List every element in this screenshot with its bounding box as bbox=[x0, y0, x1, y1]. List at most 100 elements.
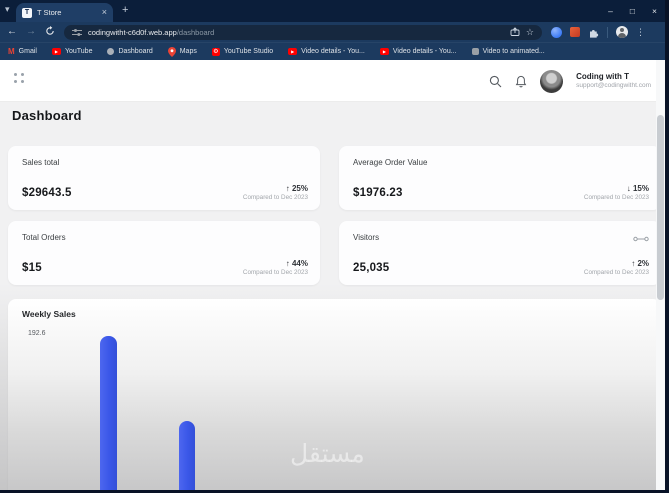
user-avatar[interactable] bbox=[540, 69, 564, 93]
card-value: 25,035 bbox=[353, 262, 390, 274]
delta-arrow-down-icon: ↓ bbox=[626, 184, 631, 193]
stat-card-visitors: Visitors 25,035 ↑ 2% Compared to Dec 202… bbox=[339, 221, 661, 285]
card-delta: ↑ 25% bbox=[243, 184, 308, 193]
card-value: $15 bbox=[22, 262, 42, 274]
bookmark-label: Video details - You... bbox=[301, 48, 365, 55]
bookmark-video-details-1[interactable]: ▶ Video details - You... bbox=[288, 48, 365, 55]
dashboard-favicon-icon bbox=[107, 48, 115, 55]
dashboard-page: Coding with T support@codingwitht.com Da… bbox=[0, 60, 665, 490]
back-button[interactable]: ← bbox=[7, 27, 17, 37]
address-bar[interactable]: codingwitht-c6d0f.web.app/dashboard ☆ bbox=[64, 24, 542, 40]
watermark-text: مستقل bbox=[290, 440, 365, 468]
close-button[interactable]: × bbox=[652, 7, 657, 16]
bookmark-youtube-studio[interactable]: ⚙ YouTube Studio bbox=[211, 47, 273, 56]
card-value: $29643.5 bbox=[22, 187, 72, 199]
card-compare-text: Compared to Dec 2023 bbox=[583, 269, 649, 276]
search-icon[interactable] bbox=[489, 75, 502, 88]
reload-button[interactable] bbox=[45, 25, 55, 39]
app-header: Coding with T support@codingwitht.com bbox=[0, 60, 665, 102]
user-email: support@codingwitht.com bbox=[576, 81, 651, 89]
delta-percent: 2% bbox=[637, 259, 649, 268]
card-label: Visitors bbox=[353, 233, 380, 242]
delta-percent: 15% bbox=[632, 184, 649, 193]
bookmark-label: Gmail bbox=[18, 48, 37, 55]
bookmark-label: YouTube bbox=[64, 48, 93, 55]
tab-title: T Store bbox=[37, 8, 62, 17]
bookmark-dashboard[interactable]: Dashboard bbox=[107, 48, 153, 55]
share-icon[interactable] bbox=[510, 27, 520, 37]
site-favicon-icon: T bbox=[22, 7, 32, 18]
generic-favicon-icon bbox=[471, 48, 479, 55]
user-info[interactable]: Coding with T support@codingwitht.com bbox=[576, 72, 651, 89]
horizontal-resize-cursor-icon bbox=[633, 230, 649, 248]
browser-window: ▾ T T Store × + – □ × ← → codingwitht-c6… bbox=[0, 0, 669, 493]
card-compare-text: Compared to Dec 2023 bbox=[583, 194, 649, 201]
card-value: $1976.23 bbox=[353, 187, 403, 199]
reload-icon bbox=[46, 25, 54, 35]
y-axis-tick-label: 192.6 bbox=[28, 330, 46, 337]
weekly-sales-bar bbox=[179, 420, 195, 490]
stat-card-sales-total: Sales total $29643.5 ↑ 25% Compared to D… bbox=[8, 146, 320, 210]
app-menu-grid-icon[interactable] bbox=[14, 73, 24, 83]
bookmark-video-details-2[interactable]: ▶ Video details - You... bbox=[379, 48, 457, 55]
delta-arrow-up-icon: ↑ bbox=[631, 259, 636, 268]
extension-orange-icon[interactable] bbox=[570, 27, 580, 37]
card-label: Sales total bbox=[22, 158, 60, 167]
card-compare-text: Compared to Dec 2023 bbox=[242, 269, 308, 276]
browser-profile-avatar[interactable] bbox=[616, 26, 628, 38]
delta-arrow-up-icon: ↑ bbox=[285, 184, 290, 193]
card-label: Total Orders bbox=[22, 233, 66, 242]
delta-percent: 44% bbox=[291, 259, 308, 268]
toolbar-divider bbox=[607, 26, 608, 38]
delta-arrow-up-icon: ↑ bbox=[285, 259, 290, 268]
delta-percent: 25% bbox=[291, 184, 308, 193]
card-delta-block: ↑ 44% Compared to Dec 2023 bbox=[243, 259, 308, 276]
url-text: codingwitht-c6d0f.web.app/dashboard bbox=[88, 27, 215, 37]
stat-card-total-orders: Total Orders $15 ↑ 44% Compared to Dec 2… bbox=[8, 221, 320, 285]
bookmark-label: Maps bbox=[179, 48, 197, 55]
stat-card-average-order-value: Average Order Value $1976.23 ↓ 15% Compa… bbox=[339, 146, 661, 210]
scrollbar-thumb[interactable] bbox=[657, 115, 664, 300]
browser-toolbar: ← → codingwitht-c6d0f.web.app/dashboard … bbox=[0, 22, 665, 42]
forward-button[interactable]: → bbox=[26, 27, 36, 37]
tab-search-chevron-icon[interactable]: ▾ bbox=[5, 4, 10, 15]
youtube-icon: ▶ bbox=[379, 48, 389, 55]
new-tab-button[interactable]: + bbox=[122, 4, 128, 16]
extensions-puzzle-icon[interactable] bbox=[588, 27, 599, 38]
bookmark-label: Dashboard bbox=[118, 48, 153, 55]
gmail-icon: M bbox=[8, 46, 15, 56]
extension-blue-icon[interactable] bbox=[551, 26, 562, 38]
card-delta-block: ↑ 2% Compared to Dec 2023 bbox=[584, 259, 649, 276]
bookmark-star-icon[interactable]: ☆ bbox=[526, 27, 534, 37]
window-controls: – □ × bbox=[608, 0, 657, 22]
card-delta-block: ↑ 25% Compared to Dec 2023 bbox=[243, 184, 308, 201]
youtube-icon: ▶ bbox=[51, 48, 61, 55]
user-name: Coding with T bbox=[576, 72, 629, 82]
notifications-bell-icon[interactable] bbox=[515, 75, 527, 88]
site-info-icon[interactable] bbox=[72, 28, 82, 37]
page-title: Dashboard bbox=[12, 108, 82, 123]
header-actions: Coding with T support@codingwitht.com bbox=[489, 60, 651, 102]
bookmark-label: Video to animated... bbox=[482, 48, 545, 55]
extensions-area: ⋮ bbox=[551, 26, 645, 38]
weekly-sales-bar bbox=[100, 336, 117, 490]
maximize-button[interactable]: □ bbox=[630, 7, 635, 16]
minimize-button[interactable]: – bbox=[608, 7, 613, 16]
browser-tab[interactable]: T T Store × bbox=[16, 3, 113, 22]
bookmark-video-to-animated[interactable]: Video to animated... bbox=[471, 48, 545, 55]
bookmark-gmail[interactable]: M Gmail bbox=[8, 46, 37, 56]
chart-title: Weekly Sales bbox=[22, 309, 76, 319]
weekly-sales-chart-card: Weekly Sales 192.6 مستقل bbox=[8, 299, 661, 490]
bookmarks-bar: M Gmail ▶ YouTube Dashboard Maps ⚙ YouTu… bbox=[0, 42, 665, 60]
bookmark-youtube[interactable]: ▶ YouTube bbox=[51, 48, 93, 55]
bookmark-label: Video details - You... bbox=[392, 48, 457, 55]
bookmark-maps[interactable]: Maps bbox=[167, 46, 197, 57]
youtube-studio-icon: ⚙ bbox=[211, 47, 220, 56]
browser-menu-icon[interactable]: ⋮ bbox=[636, 27, 645, 37]
scrollbar-track[interactable] bbox=[656, 60, 665, 490]
card-delta-block: ↓ 15% Compared to Dec 2023 bbox=[584, 184, 649, 201]
tab-close-button[interactable]: × bbox=[102, 8, 107, 17]
card-delta: ↑ 44% bbox=[243, 259, 308, 268]
card-compare-text: Compared to Dec 2023 bbox=[242, 194, 308, 201]
browser-tab-strip: ▾ T T Store × + – □ × bbox=[0, 0, 665, 22]
